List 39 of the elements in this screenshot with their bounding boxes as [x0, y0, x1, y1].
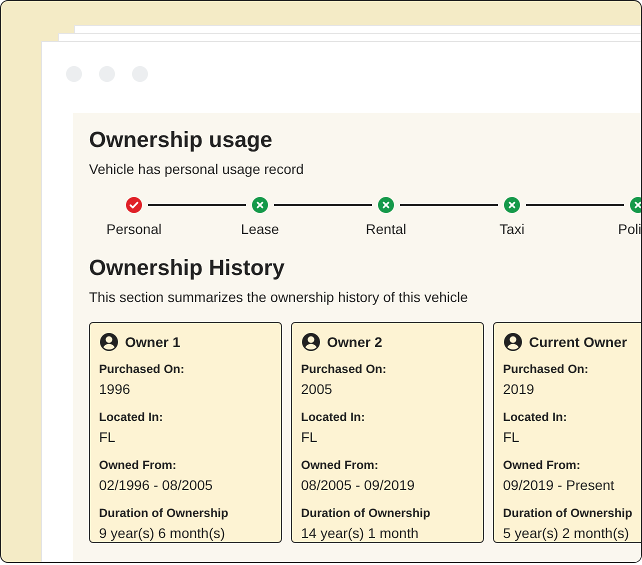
- field-value: 2005: [301, 381, 332, 397]
- field-value: 14 year(s) 1 month: [301, 525, 418, 541]
- field-value: 5 year(s) 2 month(s): [503, 525, 630, 541]
- field-value: 9 year(s) 6 month(s): [99, 525, 226, 541]
- field-label: Purchased On:: [503, 362, 588, 376]
- field-label: Located In:: [99, 410, 164, 424]
- section-description: This section summarizes the ownership history of this vehicle: [89, 289, 468, 305]
- field-value: 02/1996 - 08/2005: [99, 477, 213, 493]
- field-label: Owned From:: [503, 458, 580, 472]
- field-value: FL: [301, 429, 318, 445]
- usage-step-label: Lease: [240, 221, 280, 237]
- field-label: Duration of Ownership: [301, 506, 430, 520]
- field-label: Duration of Ownership: [99, 506, 228, 520]
- field-value: FL: [99, 429, 116, 445]
- field-label: Purchased On:: [99, 362, 184, 376]
- field-label: Owned From:: [301, 458, 378, 472]
- field-label: Purchased On:: [301, 362, 386, 376]
- field-value: 09/2019 - Present: [503, 477, 614, 493]
- field-label: Located In:: [503, 410, 568, 424]
- owner-name: Owner 1: [125, 334, 180, 350]
- field-label: Located In:: [301, 410, 366, 424]
- section-description: Vehicle has personal usage record: [89, 161, 304, 177]
- user-icon: [99, 332, 119, 352]
- user-icon: [301, 332, 321, 352]
- usage-step-label: Poli: [617, 221, 641, 237]
- usage-step-label: Taxi: [498, 221, 526, 237]
- field-label: Duration of Ownership: [503, 506, 632, 520]
- field-value: 08/2005 - 09/2019: [301, 477, 415, 493]
- field-label: Owned From:: [99, 458, 176, 472]
- section-title: Ownership History: [89, 255, 286, 281]
- owner-name: Current Owner: [529, 334, 628, 350]
- field-value: 2019: [503, 381, 534, 397]
- section-title: Ownership usage: [89, 127, 274, 153]
- owner-name: Owner 2: [327, 334, 382, 350]
- usage-step-label: Personal: [105, 221, 163, 237]
- user-icon: [503, 332, 523, 352]
- field-value: 1996: [99, 381, 130, 397]
- field-value: FL: [503, 429, 520, 445]
- usage-step-label: Rental: [364, 221, 408, 237]
